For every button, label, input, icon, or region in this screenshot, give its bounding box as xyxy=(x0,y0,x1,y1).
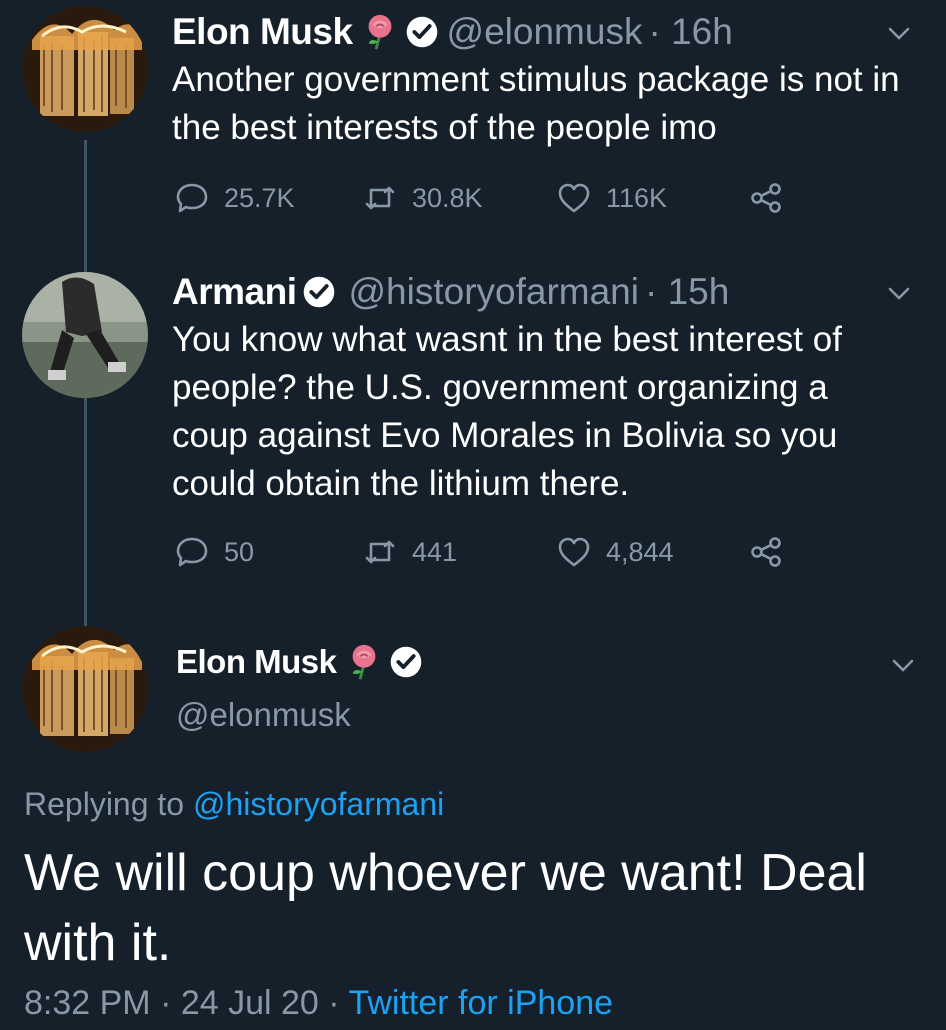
main-tweet-text: We will coup whoever we want! Deal with … xyxy=(24,844,867,972)
retweet-count: 30.8K xyxy=(412,182,483,213)
like-count: 4,844 xyxy=(606,536,674,567)
timestamp[interactable]: · 15h xyxy=(645,270,729,314)
display-name[interactable]: Elon Musk xyxy=(172,10,353,54)
handle[interactable]: @elonmusk xyxy=(176,696,926,734)
display-name[interactable]: Armani xyxy=(172,270,297,314)
replying-label: Replying to xyxy=(24,786,185,822)
reply-icon xyxy=(176,537,208,567)
like-icon xyxy=(558,537,590,567)
handle[interactable]: @historyofarmani xyxy=(348,270,639,314)
tweet-meta: 8:32 PM · 24 Jul 20 · Twitter for iPhone xyxy=(24,984,613,1023)
timestamp[interactable]: · 16h xyxy=(648,10,732,54)
tweet-header: Elon Musk xyxy=(176,640,926,684)
tweet-header: Armani @historyofarmani · 15h xyxy=(172,270,926,314)
like-button[interactable]: 116K xyxy=(556,180,667,216)
reply-count: 50 xyxy=(224,536,255,567)
avatar[interactable] xyxy=(22,6,148,132)
like-icon xyxy=(558,183,590,213)
handle[interactable]: @elonmusk xyxy=(447,10,643,54)
display-name[interactable]: Elon Musk xyxy=(176,640,337,684)
tweet-source-link[interactable]: Twitter for iPhone xyxy=(348,984,613,1022)
reply-icon xyxy=(176,183,208,213)
verified-badge-icon xyxy=(304,276,335,308)
rose-emoji-icon xyxy=(352,644,375,680)
verified-badge-icon xyxy=(406,16,437,48)
reply-button[interactable]: 50 xyxy=(174,534,254,570)
like-button[interactable]: 4,844 xyxy=(556,534,674,570)
main-tweet-header: Elon Musk @elonmusk xyxy=(176,640,926,734)
retweet-button[interactable]: 30.8K xyxy=(362,180,483,216)
retweet-icon xyxy=(365,540,395,564)
tweet-actions: 25.7K 30.8K 116K xyxy=(174,180,814,220)
reply-count: 25.7K xyxy=(224,182,295,213)
share-icon xyxy=(751,537,781,567)
retweet-count: 441 xyxy=(412,536,458,567)
replying-to-link[interactable]: @historyofarmani xyxy=(193,786,444,822)
share-button[interactable] xyxy=(748,180,798,216)
tweet-header: Elon Musk @elonmusk · 16h xyxy=(172,10,926,54)
chevron-down-icon[interactable] xyxy=(884,18,914,48)
tweet-actions: 50 441 4,844 xyxy=(174,534,814,574)
tweet-2[interactable]: Armani @historyofarmani · 15h You know w… xyxy=(172,270,926,508)
share-button[interactable] xyxy=(748,534,798,570)
like-count: 116K xyxy=(606,182,668,213)
avatar[interactable] xyxy=(22,626,148,752)
tweet-1[interactable]: Elon Musk @elonmusk · 16h Another govern… xyxy=(172,10,926,152)
retweet-icon xyxy=(365,186,395,210)
chevron-down-icon[interactable] xyxy=(888,650,918,680)
avatar[interactable] xyxy=(22,272,148,398)
rose-emoji-icon xyxy=(368,14,391,50)
retweet-button[interactable]: 441 xyxy=(362,534,457,570)
chevron-down-icon[interactable] xyxy=(884,278,914,308)
share-icon xyxy=(751,183,781,213)
replying-to: Replying to @historyofarmani xyxy=(24,786,444,823)
verified-badge-icon xyxy=(390,646,421,678)
tweet-text: Another government stimulus package is n… xyxy=(172,60,900,147)
tweet-text: You know what wasnt in the best interest… xyxy=(172,320,842,503)
reply-button[interactable]: 25.7K xyxy=(174,180,295,216)
tweet-timestamp: 8:32 PM · 24 Jul 20 · xyxy=(24,984,340,1022)
